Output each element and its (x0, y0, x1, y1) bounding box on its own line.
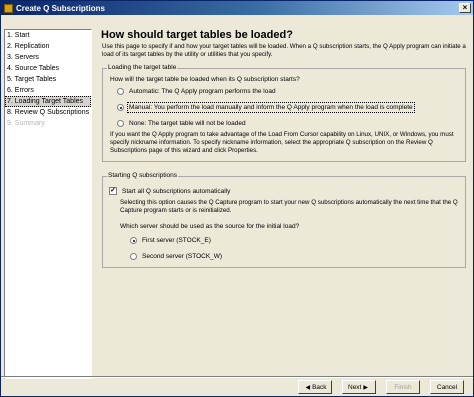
radio-first-server-button[interactable] (130, 237, 137, 244)
starting-group: Starting Q subscriptions ✓ Start all Q s… (102, 172, 466, 268)
step-item[interactable]: 6. Errors (5, 85, 91, 96)
source-question: Which server should be used as the sourc… (120, 223, 300, 230)
title-bar: Create Q Subscriptions × (1, 1, 473, 15)
window-title: Create Q Subscriptions (16, 3, 105, 13)
radio-manual-label: Manual: You perform the load manually an… (127, 102, 415, 113)
back-button[interactable]: ◀ Back (298, 380, 332, 394)
radio-none-button[interactable] (117, 120, 124, 127)
page-title: How should target tables be loaded? (101, 29, 293, 41)
loading-question: How will the target table be loaded when… (110, 76, 300, 83)
cancel-button[interactable]: Cancel (430, 380, 464, 394)
loading-group-title: Loading the target table (107, 64, 178, 71)
step-item[interactable]: 3. Servers (5, 52, 91, 63)
start-automatically-label: Start all Q subscriptions automatically (122, 187, 231, 195)
next-button[interactable]: Next ▶ (342, 380, 376, 394)
finish-button-label: Finish (394, 383, 412, 391)
page-intro: Use this page to specify if and how your… (102, 43, 466, 58)
radio-automatic[interactable]: Automatic: The Q Apply program performs … (117, 88, 276, 95)
step-item[interactable]: 8. Review Q Subscriptions (5, 107, 91, 118)
radio-second-server-label: Second server (STOCK_W) (142, 253, 223, 260)
radio-manual[interactable]: Manual: You perform the load manually an… (117, 102, 415, 113)
app-icon (4, 3, 13, 13)
wizard-window: Create Q Subscriptions × 1. Start 2. Repl… (0, 0, 474, 397)
footer-divider (1, 376, 473, 378)
back-arrow-icon: ◀ (305, 384, 311, 391)
step-item[interactable]: 2. Replication (5, 41, 91, 52)
step-item[interactable]: 4. Source Tables (5, 63, 91, 74)
back-button-label: Back (312, 383, 327, 391)
radio-first-server[interactable]: First server (STOCK_E) (130, 237, 211, 244)
close-icon[interactable]: × (459, 3, 471, 13)
loading-group: Loading the target table How will the ta… (102, 64, 466, 162)
next-button-label: Next (348, 383, 362, 391)
start-automatically-checkbox[interactable]: ✓ Start all Q subscriptions automaticall… (109, 187, 230, 195)
step-item[interactable]: 5. Target Tables (5, 74, 91, 85)
step-item[interactable]: 1. Start (5, 30, 91, 41)
radio-first-server-label: First server (STOCK_E) (142, 237, 211, 244)
start-description: Selecting this option causes the Q Captu… (120, 199, 458, 214)
step-item[interactable]: 7. Loading Target Tables (5, 96, 91, 107)
next-arrow-icon: ▶ (363, 384, 368, 391)
radio-none[interactable]: None: The target table will not be loade… (117, 120, 246, 127)
starting-group-title: Starting Q subscriptions (107, 172, 179, 179)
cancel-button-label: Cancel (436, 383, 458, 391)
step-item: 9. Summary (7, 120, 45, 127)
radio-automatic-button[interactable] (117, 88, 124, 95)
checkbox-box[interactable]: ✓ (109, 187, 117, 195)
radio-second-server[interactable]: Second server (STOCK_W) (130, 253, 222, 260)
finish-button[interactable]: Finish (386, 380, 420, 394)
radio-second-server-button[interactable] (130, 253, 137, 260)
radio-none-label: None: The target table will not be loade… (129, 120, 246, 127)
steps-list: 1. Start 2. Replication 3. Servers 4. Sourc… (4, 29, 92, 379)
radio-automatic-label: Automatic: The Q Apply program performs … (129, 88, 276, 95)
nickname-note: If you want the Q Apply program to take … (110, 131, 454, 154)
radio-manual-button[interactable] (117, 104, 124, 111)
